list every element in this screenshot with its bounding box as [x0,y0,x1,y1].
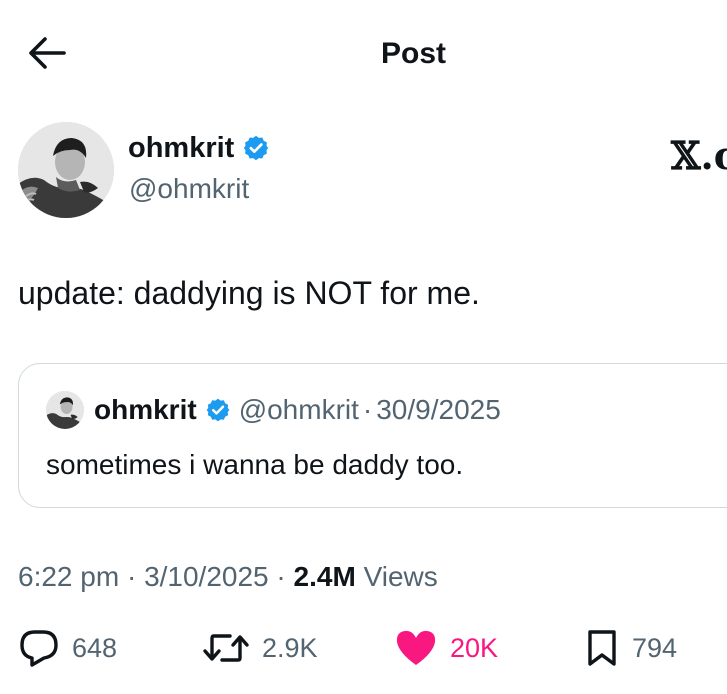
bookmark-count: 794 [632,633,678,663]
quote-avatar [46,391,84,429]
views-label: Views [363,561,438,592]
heart-filled-icon [396,630,436,665]
author-avatar[interactable] [18,122,114,218]
like-button[interactable]: 20K [394,624,498,672]
quoted-post-card[interactable] [18,363,727,508]
quote-author-name: ohmkrit [94,394,197,425]
meta-separator: · [126,561,137,592]
reply-button[interactable]: 648 [18,624,117,672]
quote-avatar-photo [46,391,84,429]
post-text: update: daddying is NOT for me. [18,275,480,311]
page-title: Post [380,37,446,70]
quote-header: ohmkrit @ohmkrit · 30/9/2025 [94,392,501,428]
author-name[interactable]: ohmkrit [128,130,270,166]
author-name-text: ohmkrit [128,132,235,164]
bookmark-icon [588,630,616,666]
repost-icon [203,634,249,662]
quote-date: 30/9/2025 [376,394,501,425]
repost-count: 2.9K [262,633,318,663]
meta-separator: · [276,561,286,592]
quote-separator: · [362,394,373,425]
quote-text: sometimes i wanna be daddy too. [46,449,464,480]
repost-button[interactable]: 2.9K [202,624,318,672]
brand-logo-text: 𝕏.c [671,133,727,178]
author-handle[interactable]: @ohmkrit [129,171,249,207]
quote-author-handle: @ohmkrit [238,394,359,425]
verified-badge-icon [242,134,270,162]
avatar-photo [18,122,114,218]
reply-count: 648 [72,633,118,663]
like-count: 20K [450,633,499,663]
verified-badge-icon [205,397,231,423]
reply-icon [20,630,58,667]
post-time: 6:22 pm [18,561,120,592]
post-date: 3/10/2025 [144,561,269,592]
bookmark-button[interactable]: 794 [584,624,677,672]
post-meta: 6:22 pm · 3/10/2025 · 2.4M Views [18,558,438,596]
views-count: 2.4M [293,561,356,592]
